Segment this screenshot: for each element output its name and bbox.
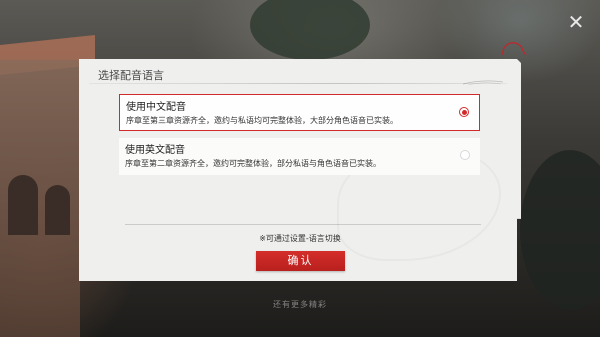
tree [250, 0, 370, 60]
close-icon: ✕ [567, 10, 585, 34]
option-description: 序章至第二章资源齐全，邀约可完整体验，部分私语与角色语音已实装。 [125, 159, 381, 168]
option-title: 使用英文配音 [125, 145, 185, 156]
option-chinese-voice[interactable]: 使用中文配音 序章至第三章资源齐全，邀约与私语均可完整体验，大部分角色语音已实装… [119, 94, 480, 131]
tree [520, 150, 600, 310]
background-hint-text: 还有更多精彩 [273, 300, 327, 309]
option-description: 序章至第三章资源齐全，邀约与私语均可完整体验，大部分角色语音已实装。 [126, 116, 398, 125]
settings-hint: ※可通过设置-语言切换 [259, 234, 341, 243]
option-english-voice[interactable]: 使用英文配音 序章至第二章资源齐全，邀约可完整体验，部分私语与角色语音已实装。 [119, 138, 480, 175]
building-arch [45, 185, 70, 235]
confirm-button[interactable]: 确认 [256, 251, 345, 271]
title-divider [89, 83, 507, 84]
building-arch [8, 175, 38, 235]
close-button[interactable]: ✕ [566, 12, 586, 32]
voice-language-dialog: 选择配音语言 使用中文配音 序章至第三章资源齐全，邀约与私语均可完整体验，大部分… [79, 59, 521, 281]
option-title: 使用中文配音 [126, 102, 186, 113]
footer-divider [125, 224, 481, 225]
radio-unselected-icon[interactable] [460, 150, 470, 160]
dialog-title: 选择配音语言 [98, 69, 164, 82]
radio-selected-icon[interactable] [459, 107, 469, 117]
title-ornament [463, 77, 503, 87]
